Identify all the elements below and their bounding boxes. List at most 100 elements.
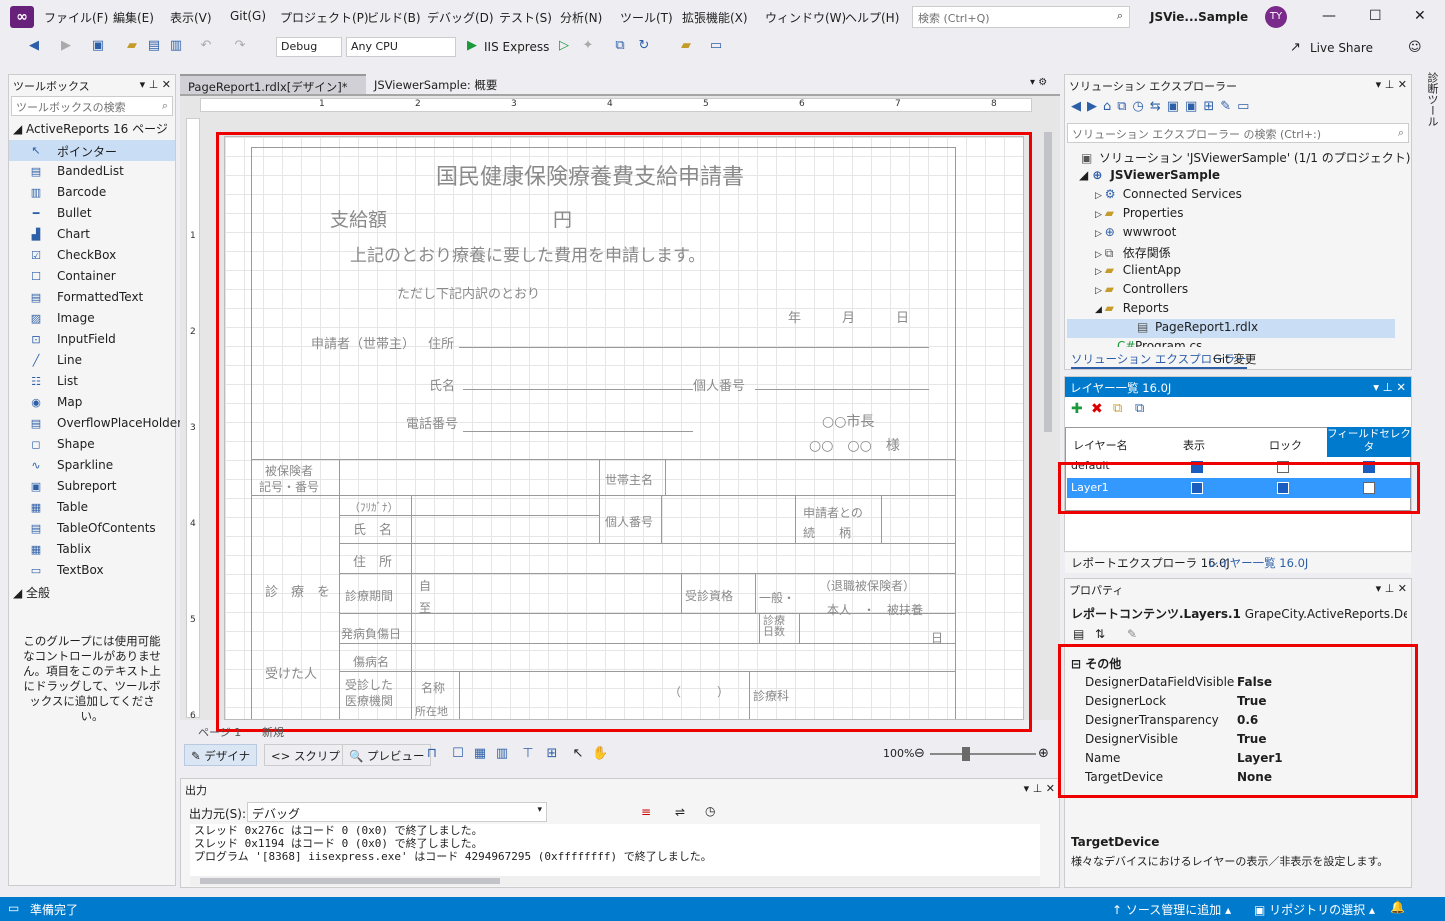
expand-icon[interactable]: ▷ — [1095, 267, 1105, 277]
expand-icon[interactable]: ◢ — [1095, 305, 1105, 315]
avatar[interactable]: TY — [1265, 6, 1287, 28]
menu-window[interactable]: ウィンドウ(W) — [765, 9, 846, 26]
toolbox-item[interactable]: ↖ ポインター — [9, 140, 175, 161]
property-pages-icon[interactable]: ✎ — [1127, 627, 1137, 641]
toolbox-item[interactable]: ∿ Sparkline — [9, 455, 175, 476]
clear-all-icon[interactable]: ≡ — [641, 805, 651, 819]
undo-icon[interactable]: ↶ — [198, 38, 214, 54]
form-text[interactable]: 自 — [419, 577, 431, 594]
form-text[interactable]: 診療科 — [753, 687, 789, 704]
feedback-icon[interactable]: ☺ — [1408, 40, 1422, 55]
form-text[interactable]: ○○ ○○ 様 — [809, 435, 900, 455]
scroll-thumb[interactable] — [200, 878, 500, 884]
form-text[interactable]: 円 — [553, 205, 572, 232]
minimize-icon[interactable]: — — [1322, 8, 1336, 24]
close-icon[interactable]: ✕ — [1414, 8, 1426, 24]
form-text[interactable]: 個人番号 — [605, 513, 653, 530]
tree-node[interactable]: ▷ ⊕ wwwroot — [1095, 225, 1176, 239]
tree-node[interactable]: ◢ ▰ Reports — [1095, 301, 1169, 315]
config-select[interactable]: Debug — [276, 37, 342, 57]
clock-icon[interactable]: ◷ — [705, 804, 715, 818]
forward-icon[interactable]: ▶ — [58, 38, 74, 54]
form-text[interactable]: 所在地 — [415, 703, 448, 719]
layer-copy-icon[interactable]: ⧉ — [1113, 401, 1122, 416]
form-text[interactable]: 診療期間 — [345, 587, 393, 604]
toolbox-item[interactable]: ▤ OverflowPlaceHolder — [9, 413, 182, 434]
designer-button[interactable]: ✎ デザイナ — [184, 744, 258, 766]
toolbox-item[interactable]: ▥ Barcode — [9, 182, 175, 203]
panel-options-icon[interactable]: ▾ ⊥ ✕ — [1376, 582, 1407, 595]
page-tab-new[interactable]: 新規 — [262, 724, 284, 740]
output-source-select[interactable]: デバッグ ▾ — [247, 802, 547, 822]
search-input[interactable]: 検索 (Ctrl+Q) ⌕ — [912, 6, 1130, 28]
form-text[interactable]: （退職被保険者） — [819, 577, 915, 594]
form-text[interactable]: 氏 名 — [353, 519, 392, 538]
add-layer-icon[interactable]: ✚ — [1071, 401, 1083, 417]
menu-project[interactable]: プロジェクト(P) — [280, 9, 369, 26]
report-page[interactable]: 国民健康保険療養費支給申請書 支給額 円上記のとおり療養に要した費用を申請します。た… — [224, 136, 1024, 720]
menu-file[interactable]: ファイル(F) — [44, 9, 108, 26]
browser-icon[interactable]: ⧉ — [612, 38, 628, 54]
menu-help[interactable]: ヘルプ(H) — [845, 9, 899, 26]
ruler-icon[interactable]: ⊤ — [520, 746, 536, 762]
dimension-icon[interactable]: ⊞ — [544, 746, 560, 762]
form-text[interactable]: 年 — [788, 307, 801, 326]
menu-view[interactable]: 表示(V) — [170, 9, 212, 26]
expand-icon[interactable]: ▷ — [1095, 191, 1105, 201]
folder-icon[interactable]: ▰ — [678, 38, 694, 54]
menu-build[interactable]: ビルド(B) — [367, 9, 421, 26]
run-no-debug-icon[interactable]: ▷ — [556, 38, 572, 54]
tab-report-explorer[interactable]: レポートエクスプローラ 16.0J — [1071, 555, 1230, 571]
toolbox-item[interactable]: ▟ Chart — [9, 224, 175, 245]
tree-solution[interactable]: ▣ ソリューション 'JSViewerSample' (1/1 のプロジェクト) — [1081, 149, 1410, 166]
menu-analyze[interactable]: 分析(N) — [560, 9, 602, 26]
toolbox-item[interactable]: ☐ Container — [9, 266, 175, 287]
solution-explorer-toolbar[interactable]: ◀▶⌂⧉◷⇆▣▣⊞✎▭ — [1071, 99, 1401, 119]
zoom-out-icon[interactable]: ⊖ — [914, 746, 925, 761]
form-text[interactable]: 発病負傷日 — [341, 625, 401, 642]
repo-select-button[interactable]: ▣ リポジトリの選択 ▴ — [1254, 901, 1375, 918]
output-hscrollbar[interactable] — [190, 876, 1040, 886]
form-text[interactable]: （ ） — [669, 683, 729, 700]
toolbox-item[interactable]: ▣ Subreport — [9, 476, 175, 497]
expand-icon[interactable]: ▷ — [1095, 229, 1105, 239]
form-text[interactable]: 診 療 を — [265, 581, 330, 600]
tree-node[interactable]: ▷ ⚙ Connected Services — [1095, 187, 1242, 201]
toolbox-item[interactable]: ▭ TextBox — [9, 560, 175, 581]
pointer-icon[interactable]: ↖ — [570, 746, 586, 762]
tab-layer-list[interactable]: レイヤー一覧 16.0J — [1207, 555, 1308, 571]
hand-icon[interactable]: ✋ — [592, 746, 608, 762]
form-text[interactable]: 住所 — [428, 333, 454, 352]
layer-merge-icon[interactable]: ⧉ — [1135, 401, 1144, 416]
form-text[interactable]: 支給額 — [330, 205, 387, 232]
form-text[interactable]: 診療 日数 — [763, 615, 785, 637]
design-vertical-scrollbar[interactable] — [1042, 118, 1056, 718]
toolbox-item[interactable]: ▦ Table — [9, 497, 175, 518]
tree-node[interactable]: ▷ ▰ Controllers — [1095, 282, 1188, 296]
categorized-icon[interactable]: ▤ — [1073, 627, 1084, 641]
toolbox-item[interactable]: ╱ Line — [9, 350, 175, 371]
zoom-slider[interactable]: ⊖ ⊕ — [914, 746, 1052, 762]
source-control-button[interactable]: ↑ ソース管理に追加 ▴ — [1112, 901, 1231, 918]
panel-options-icon[interactable]: ▾ ⊥ ✕ — [140, 78, 171, 91]
refresh-icon[interactable]: ↻ — [636, 38, 652, 54]
alphabetical-icon[interactable]: ⇅ — [1095, 627, 1105, 641]
toolbox-search-input[interactable]: ツールボックスの検索 ⌕ — [11, 96, 173, 116]
toolbox-item[interactable]: ━ Bullet — [9, 203, 175, 224]
form-text[interactable]: 日 — [931, 629, 943, 646]
run-label[interactable]: IIS Express — [484, 40, 549, 54]
menu-git[interactable]: Git(G) — [230, 9, 266, 23]
tab-git-changes[interactable]: Git 変更 — [1213, 351, 1256, 367]
zoom-thumb[interactable] — [962, 747, 970, 761]
window-layout-icon[interactable]: ▭ — [708, 38, 724, 54]
panel-options-icon[interactable]: ▾ ⊥ ✕ — [1373, 380, 1406, 394]
toolbox-item[interactable]: ▤ FormattedText — [9, 287, 175, 308]
redo-icon[interactable]: ↷ — [232, 38, 248, 54]
tab-pagereport-design[interactable]: PageReport1.rdlx[デザイン]* ⊥ ✕ — [180, 74, 366, 109]
tree-item-program[interactable]: C#Program.cs — [1117, 339, 1202, 347]
form-text[interactable]: 受けた人 — [265, 663, 317, 682]
tab-overview[interactable]: JSViewerSample: 概要 — [366, 74, 546, 94]
word-wrap-icon[interactable]: ⇌ — [675, 805, 685, 819]
form-text[interactable]: 傷病名 — [353, 653, 389, 670]
form-text[interactable]: 申請者との 続 柄 — [803, 503, 863, 543]
